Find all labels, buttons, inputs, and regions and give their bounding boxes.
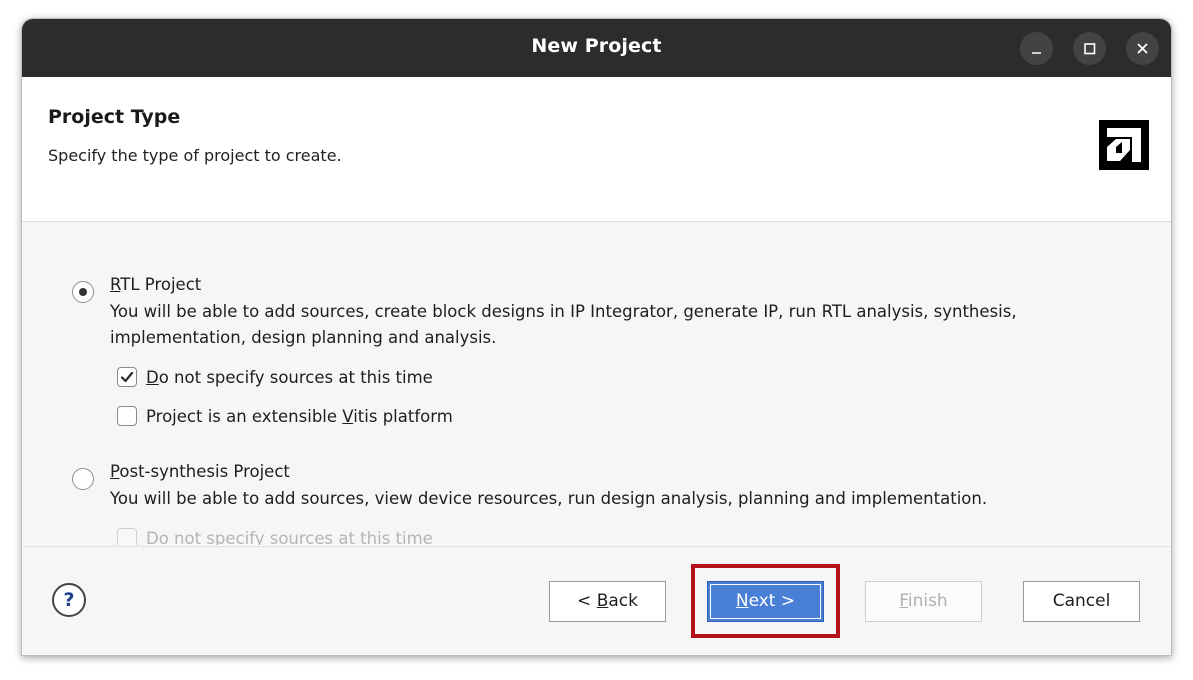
maximize-button[interactable]: [1073, 32, 1106, 65]
do-not-specify-text: o not specify sources at this time: [158, 368, 433, 387]
next-button[interactable]: Next >: [707, 581, 824, 622]
minimize-button[interactable]: [1020, 32, 1053, 65]
finish-button[interactable]: Finish: [865, 581, 982, 622]
extensible-mnemonic: V: [342, 407, 354, 426]
window-title: New Project: [531, 35, 662, 57]
do-not-specify-mnemonic: D: [146, 368, 159, 387]
close-icon: [1137, 43, 1148, 54]
amd-logo-icon: [1099, 120, 1149, 170]
rtl-project-label[interactable]: RTL Project: [110, 272, 201, 298]
page-header: Project Type Specify the type of project…: [22, 77, 1171, 222]
rtl-mnemonic: R: [110, 275, 121, 294]
back-prefix: <: [577, 591, 597, 611]
extensible-rest: itis platform: [353, 407, 453, 426]
back-mnemonic: B: [596, 591, 609, 611]
rtl-description-line1: You will be able to add sources, create …: [110, 302, 1017, 321]
new-project-dialog: New Project Project Type Specify the typ…: [21, 18, 1172, 656]
back-rest: ack: [608, 591, 638, 611]
post-synthesis-project-radio[interactable]: [72, 468, 94, 490]
finish-rest: inish: [907, 591, 948, 611]
help-button[interactable]: ?: [52, 583, 86, 617]
close-button[interactable]: [1126, 32, 1159, 65]
help-icon: ?: [63, 589, 75, 611]
rtl-label-text: TL Project: [120, 275, 202, 294]
finish-mnemonic: F: [899, 591, 908, 611]
do-not-specify-sources-checkbox[interactable]: [117, 367, 137, 387]
next-mnemonic: N: [735, 591, 749, 611]
post-synthesis-description: You will be able to add sources, view de…: [110, 489, 988, 508]
maximize-icon: [1084, 43, 1096, 55]
cancel-button[interactable]: Cancel: [1023, 581, 1140, 622]
checkmark-icon: [120, 371, 134, 383]
rtl-description-line2: implementation, design planning and anal…: [110, 328, 497, 347]
rtl-project-radio[interactable]: [72, 281, 94, 303]
extensible-prefix: Project is an extensible: [146, 407, 343, 426]
extensible-vitis-checkbox[interactable]: [117, 406, 137, 426]
page-title: Project Type: [48, 106, 181, 128]
minimize-icon: [1032, 52, 1041, 54]
post-synthesis-project-label[interactable]: Post-synthesis Project: [110, 459, 290, 485]
extensible-vitis-label[interactable]: Project is an extensible Vitis platform: [146, 404, 453, 430]
post-synthesis-label-text: ost-synthesis Project: [119, 462, 290, 481]
post-synthesis-do-not-specify-checkbox[interactable]: [117, 528, 137, 545]
post-synthesis-do-not-specify-label: Do not specify sources at this time: [146, 529, 433, 545]
post-synthesis-mnemonic: P: [110, 462, 120, 481]
title-bar: New Project: [22, 19, 1171, 77]
next-rest: ext >: [748, 591, 796, 611]
back-button[interactable]: < Back: [549, 581, 666, 622]
page-subtitle: Specify the type of project to create.: [48, 146, 342, 165]
do-not-specify-sources-label[interactable]: Do not specify sources at this time: [146, 365, 433, 391]
project-type-options: RTL Project You will be able to add sour…: [22, 222, 1171, 545]
dialog-footer: ? < Back Next > Finish Cancel: [22, 546, 1171, 655]
